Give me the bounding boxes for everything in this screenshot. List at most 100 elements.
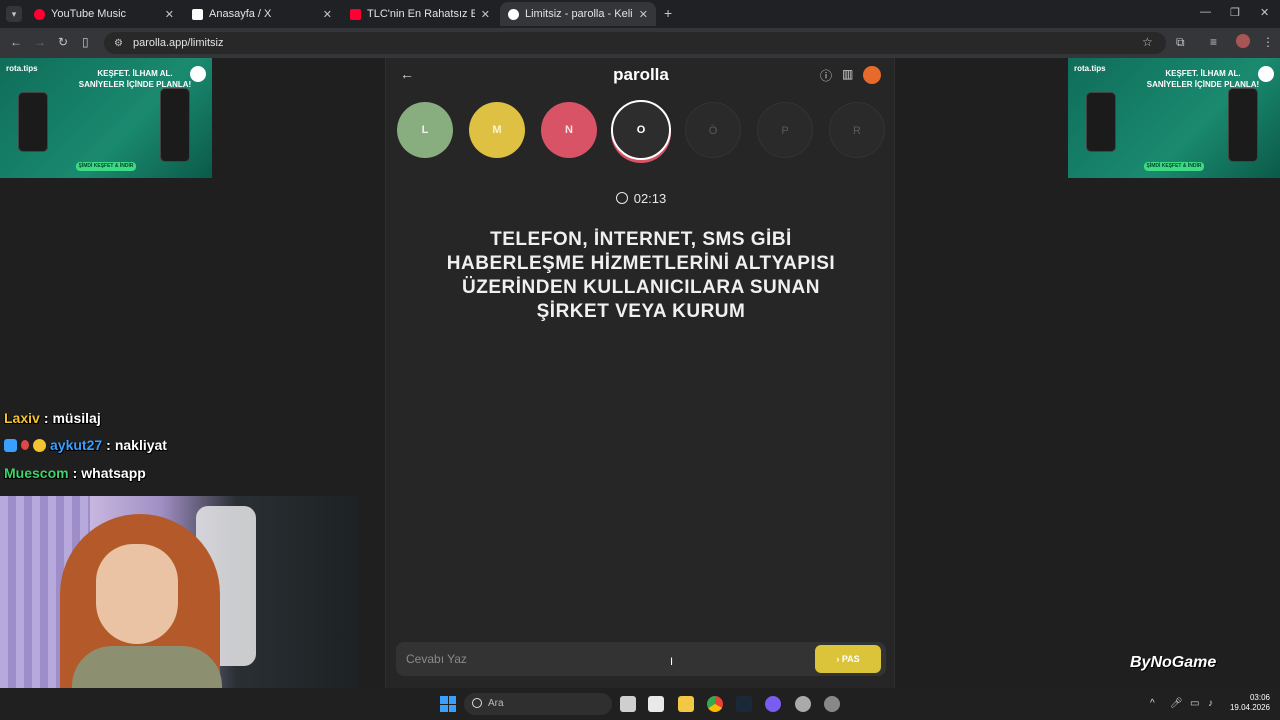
- letter-circle-O-current: O: [611, 100, 671, 160]
- ad-dot-icon: [1258, 66, 1274, 82]
- store-icon[interactable]: [648, 696, 664, 712]
- chat-text: nakliyat: [114, 437, 167, 454]
- badge-icon: [21, 440, 29, 451]
- parolla-app: ← parolla ⓘ ▥ L M N O Ö P R 02:13 TELEFO…: [385, 58, 895, 688]
- parolla-icon: [508, 8, 519, 20]
- browser-toolbar: ← → ↻ ▯ ⚙ parolla.app/limitsiz ☆ ⧉ ≡ ⋮: [0, 28, 1280, 58]
- reading-list-icon[interactable]: ≡: [1210, 35, 1217, 49]
- chrome-icon[interactable]: [707, 696, 723, 712]
- close-icon[interactable]: ✕: [165, 8, 174, 21]
- tab-parolla[interactable]: Limitsiz - parolla - Kelime oyunu ✕: [500, 2, 656, 26]
- forward-icon[interactable]: →: [34, 35, 46, 49]
- task-view-icon[interactable]: [620, 696, 636, 712]
- chat-username: Laxiv: [4, 409, 40, 426]
- windows-start-icon[interactable]: [440, 696, 456, 712]
- phone-image: [18, 92, 48, 152]
- info-icon[interactable]: ⓘ: [820, 67, 832, 84]
- ad-brand: rota.tips: [1074, 64, 1106, 73]
- pass-button[interactable]: › PAS: [815, 645, 881, 673]
- microphone-icon[interactable]: 🎤︎: [1170, 698, 1183, 709]
- maximize-button[interactable]: ❐: [1230, 6, 1240, 19]
- screen: ▾ YouTube Music ✕ Anasayfa / X ✕ TLC'nin…: [0, 0, 1280, 720]
- chat-message: aykut27 : nakliyat: [4, 432, 254, 460]
- app-icon[interactable]: [795, 696, 811, 712]
- tray-chevron-icon[interactable]: ^: [1150, 698, 1155, 709]
- menu-icon[interactable]: ⋮: [1262, 35, 1274, 49]
- search-label: Ara: [488, 698, 504, 709]
- ad-dot-icon: [190, 66, 206, 82]
- tab-label: Limitsiz - parolla - Kelime oyunu: [525, 8, 633, 20]
- x-logo-icon: [192, 8, 203, 20]
- youtube-icon: [350, 8, 361, 20]
- system-clock[interactable]: 03:06 19.04.2026: [1228, 693, 1270, 713]
- stats-icon[interactable]: ▥: [842, 67, 853, 81]
- tab-label: TLC'nin En Rahatsız Edici Progr...: [367, 8, 475, 20]
- search-icon: [472, 698, 482, 708]
- tab-search-button[interactable]: ▾: [6, 6, 22, 22]
- text-cursor-icon: I: [670, 656, 674, 668]
- chat-text: müsilaj: [52, 409, 101, 426]
- ad-banner-right[interactable]: rota.tips KEŞFET. İLHAM AL. SANİYELER İÇ…: [1068, 58, 1280, 178]
- letter-wheel: L M N O Ö P R: [386, 100, 896, 162]
- badge-icon: [33, 438, 46, 452]
- chat-username: aykut27: [50, 437, 103, 454]
- phone-image: [160, 88, 190, 162]
- ad-cta-button[interactable]: ŞİMDİ KEŞFET & İNDİR: [1144, 162, 1204, 171]
- side-panel-icon[interactable]: ▯: [82, 35, 89, 49]
- tab-x[interactable]: Anasayfa / X ✕: [184, 2, 340, 26]
- new-tab-button[interactable]: +: [664, 5, 672, 21]
- stream-chat: Laxiv : müsilaj aykut27 : nakliyat Muesc…: [4, 404, 254, 487]
- ad-headline: KEŞFET. İLHAM AL. SANİYELER İÇİNDE PLANL…: [78, 69, 192, 89]
- letter-circle-R: R: [829, 102, 885, 158]
- window-close-button[interactable]: ✕: [1260, 6, 1269, 19]
- chat-username: Muescom: [4, 464, 69, 481]
- display-icon[interactable]: ▭: [1190, 698, 1199, 709]
- answer-input[interactable]: [396, 642, 811, 676]
- app-header: ← parolla ⓘ ▥: [386, 58, 896, 92]
- profile-avatar[interactable]: [1236, 34, 1250, 48]
- chat-message: Laxiv : müsilaj: [4, 409, 101, 426]
- taskbar-search[interactable]: Ara: [464, 693, 612, 715]
- tab-tlc[interactable]: TLC'nin En Rahatsız Edici Progr... ✕: [342, 2, 498, 26]
- youtube-music-icon: [34, 8, 45, 20]
- ad-banner-left[interactable]: rota.tips KEŞFET. İLHAM AL. SANİYELER İÇ…: [0, 58, 212, 178]
- file-explorer-icon[interactable]: [678, 696, 694, 712]
- chevron-right-icon: ›: [836, 654, 840, 664]
- phone-image: [1228, 88, 1258, 162]
- close-icon[interactable]: ✕: [323, 8, 332, 21]
- user-avatar[interactable]: [863, 66, 881, 84]
- settings-icon[interactable]: [824, 696, 840, 712]
- url-text: parolla.app/limitsiz: [132, 37, 224, 49]
- sponsor-logo: ByNoGame: [1130, 654, 1217, 671]
- close-icon[interactable]: ✕: [481, 8, 490, 21]
- phone-image: [1086, 92, 1116, 152]
- pass-label: PAS: [841, 654, 860, 664]
- bookmark-star-icon[interactable]: ☆: [1142, 35, 1153, 49]
- webcam-feed: [0, 496, 358, 688]
- app-icon[interactable]: [765, 696, 781, 712]
- letter-circle-Ö: Ö: [685, 102, 741, 158]
- answer-bar: › PAS: [396, 642, 886, 676]
- tab-youtube-music[interactable]: YouTube Music ✕: [26, 2, 182, 26]
- extensions-icon[interactable]: ⧉: [1176, 35, 1185, 50]
- speaker-icon[interactable]: ♪: [1208, 698, 1213, 709]
- tab-strip: ▾ YouTube Music ✕ Anasayfa / X ✕ TLC'nin…: [0, 0, 1280, 28]
- close-icon[interactable]: ✕: [639, 8, 648, 21]
- letter-circle-L: L: [397, 102, 453, 158]
- chat-text: whatsapp: [81, 464, 146, 481]
- reload-icon[interactable]: ↻: [58, 35, 68, 49]
- clock-icon: [615, 192, 628, 204]
- ad-cta-button[interactable]: ŞİMDİ KEŞFET & İNDİR: [76, 162, 136, 171]
- letter-circle-M: M: [469, 102, 525, 158]
- steam-icon[interactable]: [736, 696, 752, 712]
- badge-icon: [4, 438, 17, 452]
- back-icon[interactable]: ←: [10, 35, 22, 49]
- chat-message: Muescom : whatsapp: [4, 464, 146, 481]
- question-text: TELEFON, İNTERNET, SMS GİBİ HABERLEŞME H…: [446, 229, 836, 322]
- ad-brand: rota.tips: [6, 64, 38, 73]
- letter-circle-P: P: [757, 102, 813, 158]
- letter-circle-N: N: [541, 102, 597, 158]
- minimize-button[interactable]: —: [1200, 6, 1211, 18]
- address-bar[interactable]: ⚙ parolla.app/limitsiz: [104, 32, 1166, 54]
- site-info-icon[interactable]: ⚙: [114, 38, 123, 49]
